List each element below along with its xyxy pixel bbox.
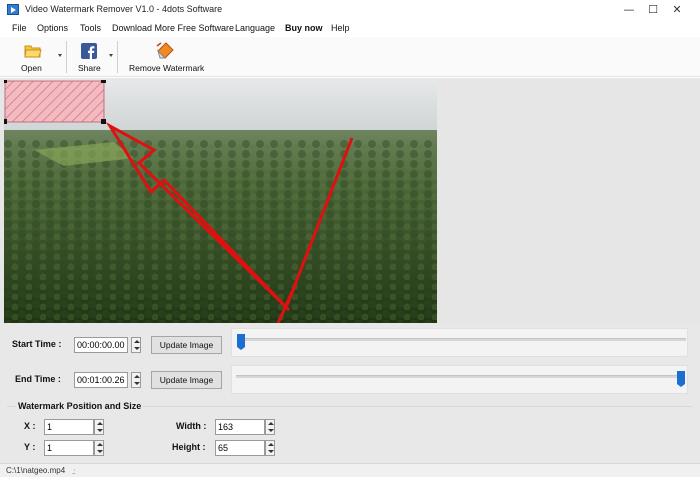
x-label: X : <box>24 421 36 431</box>
menu-tools[interactable]: Tools <box>80 23 101 33</box>
end-slider-track <box>236 375 682 378</box>
width-spinner[interactable] <box>265 419 275 435</box>
y-spinner[interactable] <box>94 440 104 456</box>
menu-file[interactable]: File <box>12 23 27 33</box>
menu-download-more[interactable]: Download More Free Software <box>112 23 234 33</box>
menu-bar: File Options Tools Download More Free So… <box>0 20 700 37</box>
facebook-icon <box>81 43 97 59</box>
video-preview[interactable] <box>4 80 437 323</box>
watermark-position-group <box>7 406 692 463</box>
close-button[interactable]: ✕ <box>654 0 700 20</box>
title-bar: Video Watermark Remover V1.0 - 4dots Sof… <box>0 0 700 20</box>
remove-watermark-button[interactable]: Remove Watermark <box>124 39 206 75</box>
share-button[interactable]: Share <box>72 39 106 75</box>
status-grip: .: <box>72 467 76 476</box>
app-icon <box>7 4 19 15</box>
start-time-input[interactable] <box>74 337 128 353</box>
menu-help[interactable]: Help <box>331 23 350 33</box>
status-file-path: C:\1\natgeo.mp4 <box>6 466 66 475</box>
open-label: Open <box>21 63 42 73</box>
selection-handle <box>101 119 106 124</box>
open-button[interactable]: Open <box>14 39 52 75</box>
start-time-label: Start Time : <box>12 339 62 349</box>
height-input[interactable] <box>215 440 265 456</box>
end-slider-thumb[interactable] <box>677 371 685 387</box>
selection-handle <box>4 80 7 83</box>
y-input[interactable] <box>44 440 94 456</box>
end-time-slider[interactable] <box>231 365 688 394</box>
toolbar: Open Share Remove Watermark <box>0 37 700 77</box>
start-slider-track <box>240 338 686 341</box>
start-slider-thumb[interactable] <box>237 334 245 350</box>
share-label: Share <box>78 63 101 73</box>
toolbar-separator <box>66 41 67 73</box>
x-input[interactable] <box>44 419 94 435</box>
width-input[interactable] <box>215 419 265 435</box>
menu-language[interactable]: Language <box>235 23 275 33</box>
watermark-selection <box>5 81 104 122</box>
height-label: Height : <box>172 442 206 452</box>
menu-buy-now[interactable]: Buy now <box>285 23 323 33</box>
end-update-image-button[interactable]: Update Image <box>151 371 222 389</box>
height-spinner[interactable] <box>265 440 275 456</box>
start-time-slider[interactable] <box>231 328 688 357</box>
watermark-section-title: Watermark Position and Size <box>16 401 144 411</box>
menu-options[interactable]: Options <box>37 23 68 33</box>
eraser-icon <box>156 42 174 59</box>
width-label: Width : <box>176 421 207 431</box>
start-update-image-button[interactable]: Update Image <box>151 336 222 354</box>
start-time-spinner[interactable] <box>131 337 141 353</box>
end-time-input[interactable] <box>74 372 128 388</box>
window-title: Video Watermark Remover V1.0 - 4dots Sof… <box>25 4 223 14</box>
status-bar: C:\1\natgeo.mp4 .: <box>0 463 700 477</box>
share-dropdown-arrow[interactable] <box>109 54 113 57</box>
remove-watermark-label: Remove Watermark <box>129 63 205 73</box>
end-time-spinner[interactable] <box>131 372 141 388</box>
open-dropdown-arrow[interactable] <box>58 54 62 57</box>
folder-icon <box>24 45 42 58</box>
end-time-label: End Time : <box>15 374 61 384</box>
y-label: Y : <box>24 442 36 452</box>
selection-handle <box>4 119 7 124</box>
toolbar-separator <box>117 41 118 73</box>
x-spinner[interactable] <box>94 419 104 435</box>
window-bottom-edge <box>0 478 700 496</box>
selection-handle <box>101 80 106 83</box>
